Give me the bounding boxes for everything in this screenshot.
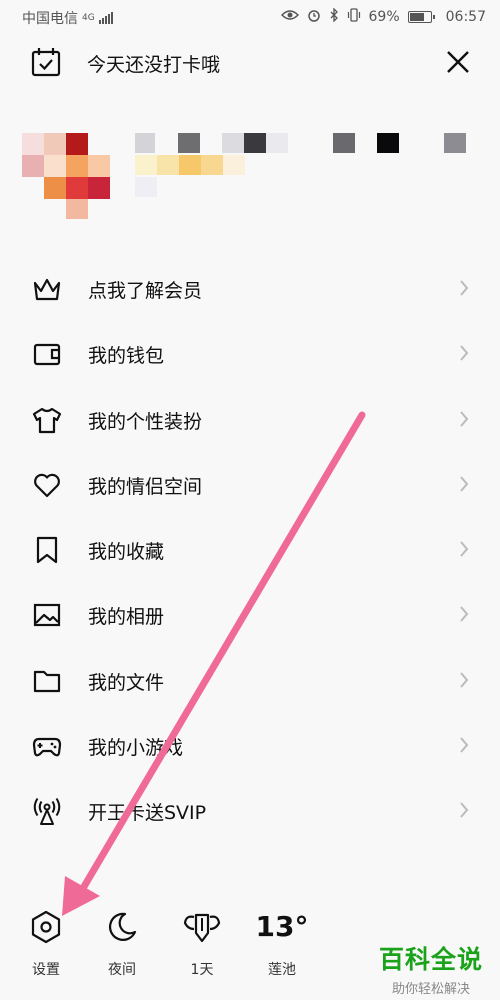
profile-section[interactable]: [0, 125, 500, 219]
watermark-main-text: 百科全说: [378, 945, 483, 974]
bookmark-icon: [32, 535, 62, 565]
chevron-right-icon: [458, 409, 470, 429]
chevron-right-icon: [458, 604, 470, 624]
heart-icon: [32, 470, 62, 500]
menu-item-label: 点我了解会员: [88, 280, 203, 302]
location-label: 莲池: [268, 962, 296, 978]
carrier-text: 中国电信: [22, 11, 78, 27]
checkin-title[interactable]: 今天还没打卡哦: [87, 50, 220, 77]
calendar-check-icon[interactable]: [30, 46, 62, 82]
menu-item-wangka[interactable]: 开王卡送SVIP: [0, 778, 500, 843]
network-type: 4G: [82, 13, 95, 23]
menu-list: 点我了解会员 我的钱包 我的个性装扮 我的情侣空间 我的收藏 我的相册 我的文件…: [0, 256, 500, 844]
menu-item-label: 我的文件: [88, 671, 165, 694]
alarm-icon: [307, 8, 321, 26]
temperature-value: 13°: [255, 910, 309, 943]
battery-percent: 69%: [368, 9, 400, 25]
close-icon[interactable]: [445, 49, 471, 79]
night-mode-button[interactable]: 夜间: [92, 905, 152, 979]
gamepad-icon: [32, 731, 62, 761]
settings-label: 设置: [32, 962, 60, 978]
status-bar: 中国电信 4G 69% 06:57: [0, 0, 500, 34]
chevron-right-icon: [458, 539, 470, 559]
menu-item-wallet[interactable]: 我的钱包: [0, 321, 500, 386]
moon-icon: [92, 905, 152, 949]
header: 今天还没打卡哦: [0, 40, 500, 84]
menu-item-label: 我的个性装扮: [88, 410, 203, 433]
crown-icon: [32, 274, 62, 304]
menu-item-couple[interactable]: 我的情侣空间: [0, 452, 500, 517]
chevron-right-icon: [458, 670, 470, 690]
battery-icon: [407, 11, 435, 23]
wallet-icon: [32, 339, 62, 369]
chevron-right-icon: [458, 474, 470, 494]
checkin-days-button[interactable]: 1天: [172, 905, 232, 979]
menu-item-label: 我的相册: [88, 606, 165, 629]
chevron-right-icon: [458, 278, 470, 298]
menu-item-label: 开王卡送SVIP: [88, 802, 207, 825]
menu-item-label: 我的钱包: [88, 345, 165, 368]
menu-item-album[interactable]: 我的相册: [0, 582, 500, 647]
menu-item-files[interactable]: 我的文件: [0, 648, 500, 713]
watermark-logo: 百科全说 助你轻松解决: [376, 940, 486, 997]
eye-icon: [280, 9, 299, 25]
chevron-right-icon: [458, 800, 470, 820]
clock-time: 06:57: [445, 9, 486, 25]
menu-item-label: 我的小游戏: [88, 737, 184, 760]
settings-button[interactable]: 设置: [16, 905, 76, 979]
settings-hexagon-icon: [16, 905, 76, 949]
watermark-sub-text: 助你轻松解决: [391, 982, 470, 997]
signal-tower-icon: [32, 796, 62, 826]
status-right: 69% 06:57: [280, 7, 486, 26]
menu-item-vip[interactable]: 点我了解会员: [0, 256, 500, 321]
winged-trophy-icon: [172, 905, 232, 949]
night-label: 夜间: [108, 962, 136, 978]
menu-item-favorites[interactable]: 我的收藏: [0, 517, 500, 582]
folder-icon: [32, 666, 62, 696]
image-icon: [32, 600, 62, 630]
days-label: 1天: [190, 962, 214, 978]
weather-button[interactable]: 13° 莲池: [252, 905, 312, 979]
signal-icon: [98, 12, 113, 24]
menu-item-label: 我的收藏: [88, 541, 165, 564]
menu-item-personalize[interactable]: 我的个性装扮: [0, 387, 500, 452]
menu-item-label: 我的情侣空间: [88, 475, 203, 498]
vibrate-icon: [347, 8, 361, 26]
tshirt-icon: [32, 405, 62, 435]
status-left: 中国电信 4G: [22, 8, 113, 28]
chevron-right-icon: [458, 735, 470, 755]
chevron-right-icon: [458, 343, 470, 363]
bluetooth-icon: [329, 7, 339, 26]
menu-item-games[interactable]: 我的小游戏: [0, 713, 500, 778]
